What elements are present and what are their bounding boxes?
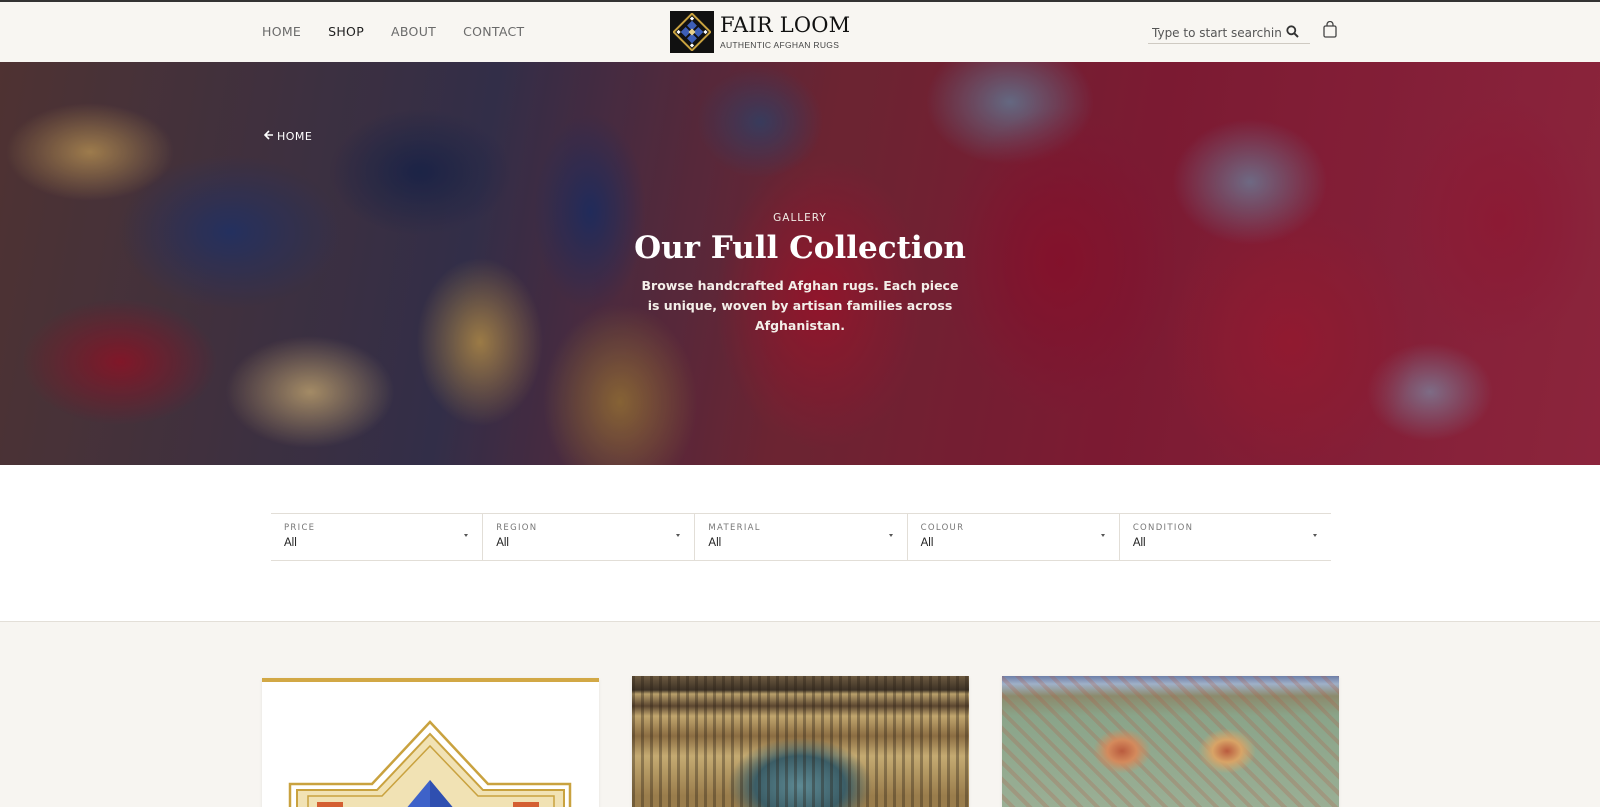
region-filter[interactable]: REGION All bbox=[482, 514, 694, 560]
page-title: Our Full Collection bbox=[634, 230, 966, 266]
filter-value: All bbox=[496, 537, 509, 549]
filter-value: All bbox=[920, 537, 934, 549]
shopping-bag-icon[interactable] bbox=[1323, 20, 1337, 42]
material-filter[interactable]: MATERIAL All bbox=[694, 514, 906, 560]
hero-description: Browse handcrafted Afghan rugs. Each pie… bbox=[641, 278, 959, 333]
rug-photo bbox=[632, 676, 969, 807]
search-box bbox=[1148, 22, 1310, 44]
product-card[interactable] bbox=[632, 676, 969, 807]
filter-label: REGION bbox=[496, 523, 538, 533]
lattice-logo-icon bbox=[670, 11, 714, 53]
placeholder-rug-image bbox=[262, 682, 599, 807]
arrow-left-icon bbox=[263, 130, 274, 143]
product-grid bbox=[0, 622, 1600, 807]
filters-section: PRICE All REGION All MATERIAL All COLOUR… bbox=[0, 465, 1600, 622]
chevron-down-icon bbox=[888, 534, 893, 537]
hero-banner: HOME GALLERY Our Full Collection Browse … bbox=[0, 62, 1600, 465]
price-filter[interactable]: PRICE All bbox=[271, 514, 482, 560]
filter-value: All bbox=[708, 537, 722, 549]
condition-filter[interactable]: CONDITION All bbox=[1118, 514, 1331, 560]
search-icon[interactable] bbox=[1286, 23, 1299, 42]
nav-about[interactable]: ABOUT bbox=[391, 24, 436, 39]
colour-filter[interactable]: COLOUR All bbox=[906, 514, 1119, 560]
product-card[interactable] bbox=[262, 678, 599, 807]
filter-label: MATERIAL bbox=[708, 523, 761, 533]
filter-label: CONDITION bbox=[1132, 523, 1194, 533]
back-home-link[interactable]: HOME bbox=[263, 130, 313, 143]
chevron-down-icon bbox=[1100, 534, 1105, 537]
product-card[interactable] bbox=[1002, 676, 1339, 807]
back-home-label: HOME bbox=[277, 130, 313, 143]
filter-label: COLOUR bbox=[920, 523, 965, 533]
chevron-down-icon bbox=[676, 534, 681, 537]
chevron-down-icon bbox=[464, 534, 469, 537]
brand-name: FAIR LOOM bbox=[720, 13, 851, 37]
chevron-down-icon bbox=[1313, 534, 1318, 537]
nav-shop[interactable]: SHOP bbox=[328, 24, 364, 39]
filter-value: All bbox=[1132, 537, 1146, 549]
nav-contact[interactable]: CONTACT bbox=[463, 24, 524, 39]
nav-home[interactable]: HOME bbox=[262, 24, 301, 39]
brand-logo[interactable]: FAIR LOOM AUTHENTIC AFGHAN RUGS bbox=[670, 11, 850, 53]
filter-value: All bbox=[284, 537, 297, 549]
filter-label: PRICE bbox=[284, 523, 316, 533]
main-nav: HOME SHOP ABOUT CONTACT bbox=[262, 24, 524, 39]
hero-eyebrow: GALLERY bbox=[773, 212, 827, 224]
site-header: HOME SHOP ABOUT CONTACT FAIR LOOM AUTHEN… bbox=[0, 0, 1600, 62]
brand-tagline: AUTHENTIC AFGHAN RUGS bbox=[720, 40, 840, 50]
search-input[interactable] bbox=[1148, 25, 1282, 40]
rug-photo bbox=[1002, 676, 1339, 807]
filter-bar: PRICE All REGION All MATERIAL All COLOUR… bbox=[271, 513, 1331, 561]
